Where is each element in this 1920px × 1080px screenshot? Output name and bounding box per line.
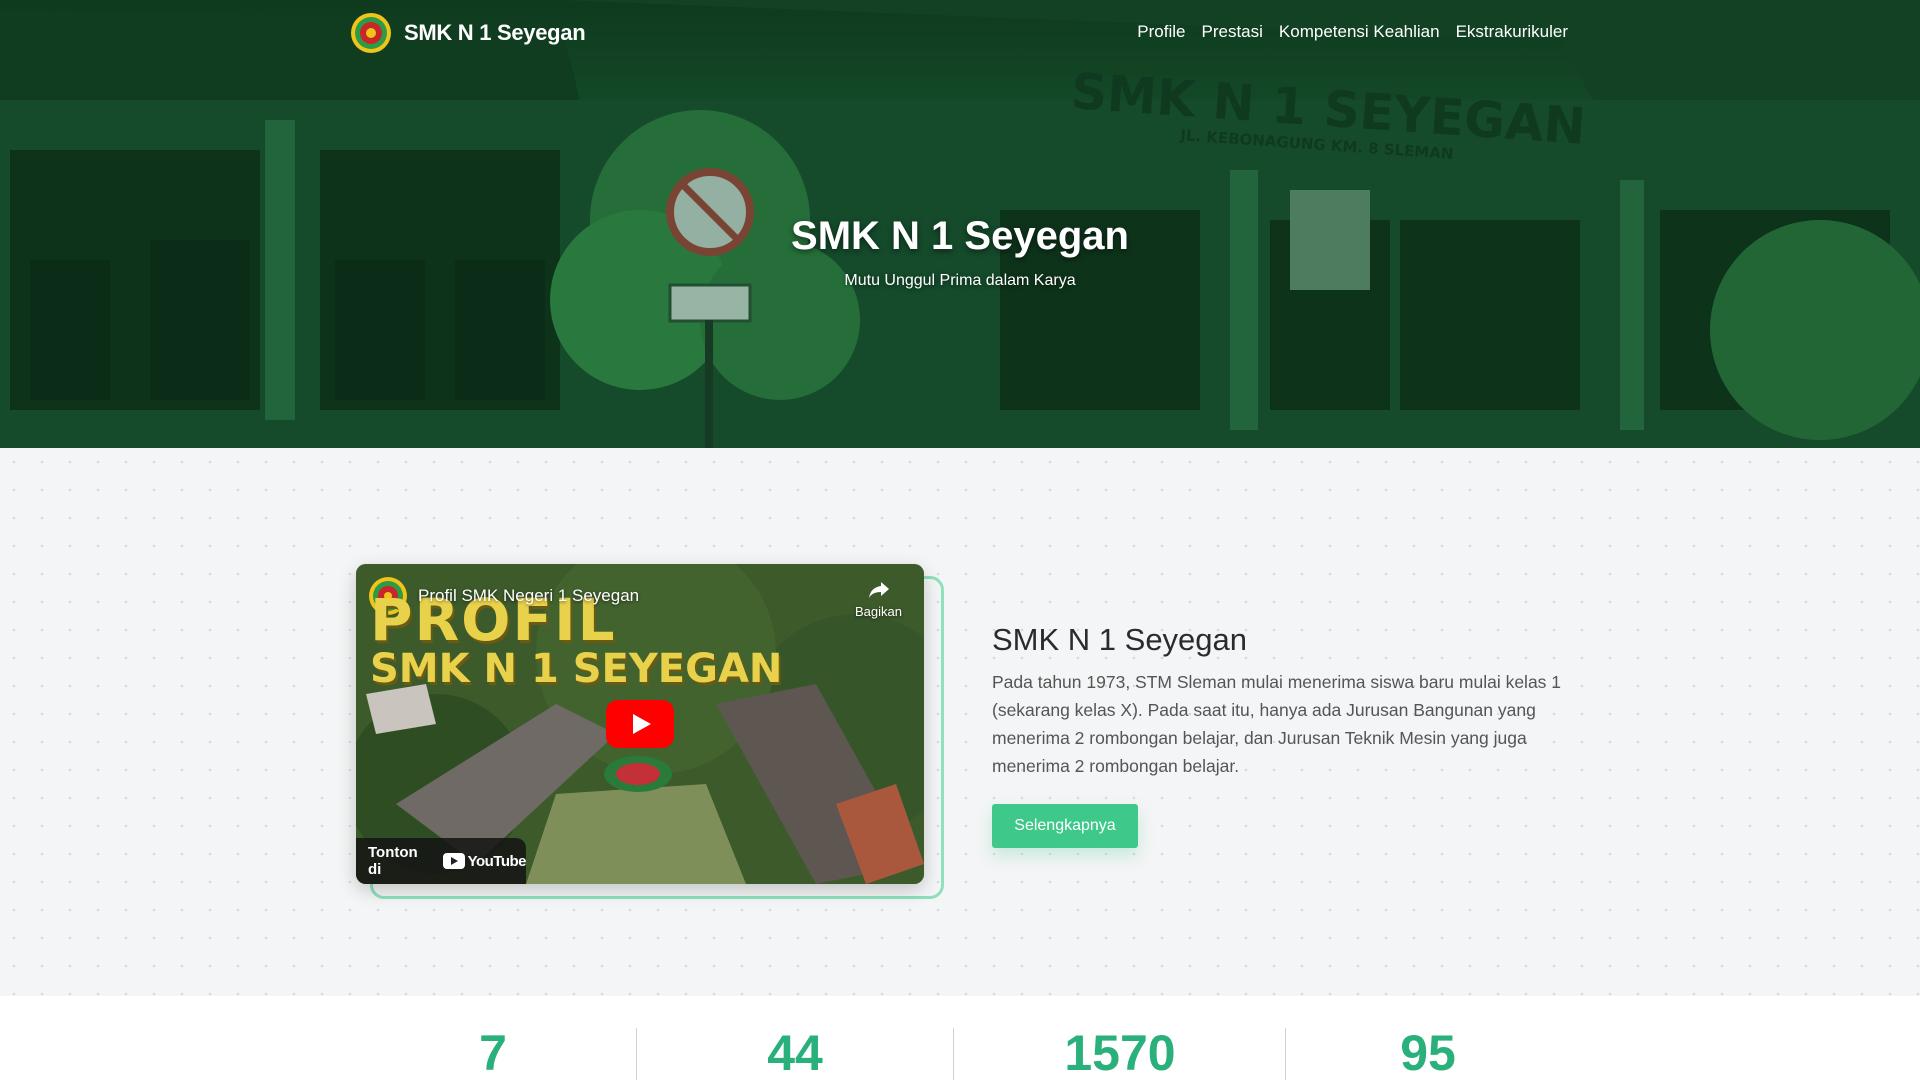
read-more-button[interactable]: Selengkapnya xyxy=(992,804,1138,848)
about-section xyxy=(0,448,1920,996)
share-label: Bagikan xyxy=(855,604,902,619)
hero-title: SMK N 1 Seyegan xyxy=(791,214,1129,258)
hero-subtitle: Mutu Unggul Prima dalam Karya xyxy=(844,272,1076,289)
nav-link-prestasi[interactable]: Prestasi xyxy=(1201,22,1262,42)
stat-divider xyxy=(1285,1028,1286,1080)
watch-on-youtube-button[interactable]: Tonton di YouTube xyxy=(356,838,527,884)
play-button[interactable] xyxy=(606,700,674,748)
stat-value-4: 95 xyxy=(1400,1025,1456,1080)
thumbnail-title-line2: SMK N 1 SEYEGAN xyxy=(370,646,783,692)
youtube-logo: YouTube xyxy=(442,852,527,870)
nav-link-ekstrakurikuler[interactable]: Ekstrakurikuler xyxy=(1456,22,1568,42)
about-title: SMK N 1 Seyegan xyxy=(992,622,1248,657)
nav-link-profile[interactable]: Profile xyxy=(1137,22,1185,42)
stat-value-1: 7 xyxy=(479,1025,507,1080)
brand[interactable]: SMK N 1 Seyegan xyxy=(350,12,586,54)
youtube-wordmark: YouTube xyxy=(467,852,527,870)
share-icon xyxy=(868,582,889,598)
brand-name: SMK N 1 Seyegan xyxy=(404,20,586,45)
stat-value-3: 1570 xyxy=(1064,1025,1176,1080)
stat-divider xyxy=(953,1028,954,1080)
youtube-icon xyxy=(442,853,465,869)
nav-links: Profile Prestasi Kompetensi Keahlian Eks… xyxy=(1137,22,1568,42)
video-title[interactable]: Profil SMK Negeri 1 Seyegan xyxy=(418,586,639,606)
watch-label: Tonton di xyxy=(368,844,418,878)
about-body: Pada tahun 1973, STM Sleman mulai meneri… xyxy=(992,672,1562,776)
hero-banner: SMK N 1 SEYEGAN JL. KEBONAGUNG KM. 8 SLE… xyxy=(0,0,1920,448)
share-button[interactable]: Bagikan xyxy=(855,580,902,619)
stat-value-2: 44 xyxy=(767,1025,823,1080)
stat-divider xyxy=(636,1028,637,1080)
stats-section: 7 44 1570 95 xyxy=(0,996,1920,1080)
about-text: SMK N 1 Seyegan Pada tahun 1973, STM Sle… xyxy=(992,622,1582,780)
youtube-video-embed[interactable]: PROFIL SMK N 1 SEYEGAN Profil SMK Negeri… xyxy=(356,564,924,884)
navbar: SMK N 1 Seyegan Profile Prestasi Kompete… xyxy=(0,0,1920,64)
school-logo-icon xyxy=(351,13,391,53)
nav-link-kompetensi-keahlian[interactable]: Kompetensi Keahlian xyxy=(1279,22,1440,42)
